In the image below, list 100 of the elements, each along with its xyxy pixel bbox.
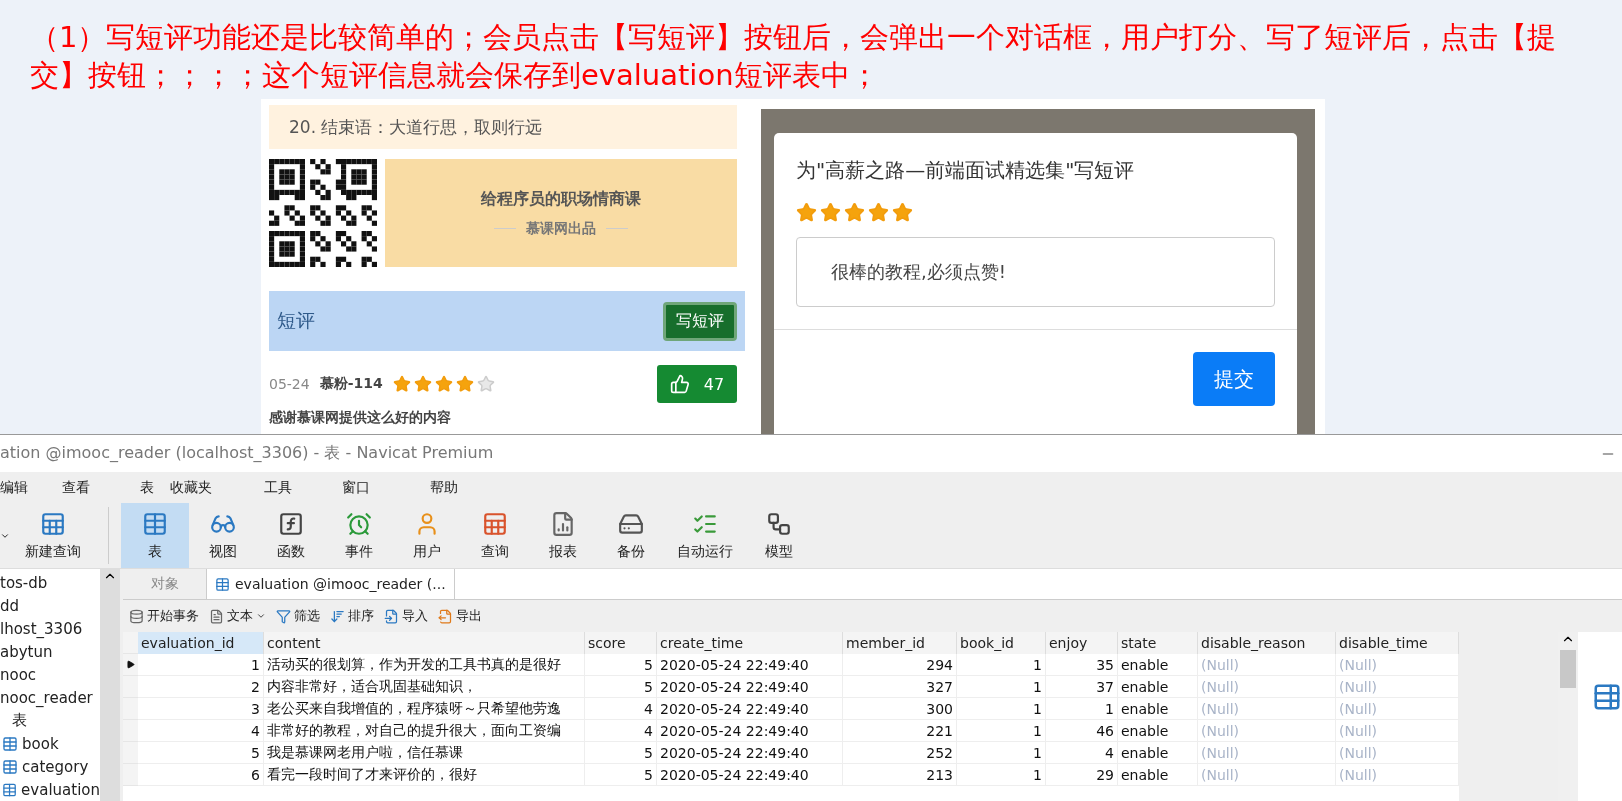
menu-item[interactable]: 表	[140, 478, 170, 497]
action-button[interactable]: 排序	[330, 607, 374, 625]
export-icon	[438, 608, 453, 624]
spreadsheet-icon	[40, 510, 66, 537]
spreadsheet-icon	[482, 510, 508, 537]
table-cell: 4	[138, 720, 264, 742]
tree-label: book	[22, 734, 59, 753]
tree-item[interactable]: tos-db	[0, 571, 100, 594]
row-header[interactable]	[123, 654, 138, 676]
column-header[interactable]: state	[1118, 632, 1198, 654]
like-button[interactable]: 47	[657, 365, 737, 404]
toolbar-button[interactable]: 函数	[257, 503, 325, 568]
menu-item[interactable]: 查看	[62, 478, 140, 497]
table-cell: (Null)	[1198, 698, 1336, 720]
toolbar-button[interactable]: 自动运行	[665, 503, 745, 568]
table-cell: 29	[1046, 764, 1118, 786]
toolbar-button[interactable]: 表	[121, 503, 189, 568]
column-header[interactable]: evaluation_id	[138, 632, 264, 654]
table-cell: 327	[843, 676, 957, 698]
tab-label: evaluation @imooc_reader (...	[235, 576, 446, 592]
toolbar-button[interactable]: 报表	[529, 503, 597, 568]
toolbar-button[interactable]: 新建查询	[10, 503, 96, 568]
table-cell: 2020-05-24 22:49:40	[657, 742, 843, 764]
table-cell: 4	[1046, 742, 1118, 764]
table-cell: (Null)	[1198, 676, 1336, 698]
table-cell: 老公买来自我增值的，程序猿呀～只希望他劳逸	[264, 698, 585, 720]
toolbar-button[interactable]: 用户	[393, 503, 461, 568]
table-cell: 非常好的教程，对自己的提升很大，面向工资编	[264, 720, 585, 742]
table-cell: (Null)	[1336, 742, 1459, 764]
window-title: ation @imooc_reader (localhost_3306) - 表 - Navicat Premium	[0, 443, 494, 464]
tree-item[interactable]: nooc	[0, 663, 100, 686]
table-cell: (Null)	[1336, 720, 1459, 742]
tree-item[interactable]: dd	[0, 594, 100, 617]
table-cell: 1	[957, 742, 1046, 764]
scrollbar[interactable]	[100, 569, 120, 801]
menu-item[interactable]: 收藏夹	[170, 478, 264, 497]
menu-item[interactable]: 窗口	[342, 478, 430, 497]
function-icon	[278, 510, 304, 537]
toolbar-button[interactable]: 备份	[597, 503, 665, 568]
tree-item[interactable]: evaluation	[0, 778, 100, 801]
tree-item[interactable]: abytun	[0, 640, 100, 663]
action-button[interactable]: 导出	[438, 607, 482, 625]
table-cell: 213	[843, 764, 957, 786]
star-icon	[820, 202, 841, 224]
star-icon	[868, 202, 889, 224]
action-button[interactable]: 导入	[384, 607, 428, 625]
write-review-button[interactable]: 写短评	[663, 301, 737, 341]
table-cell: (Null)	[1198, 720, 1336, 742]
chapter-banner: 20. 结束语：大道行思，取则行远	[269, 105, 737, 150]
column-header[interactable]: content	[264, 632, 585, 654]
tree-item[interactable]: nooc_reader	[0, 686, 100, 709]
review-date: 05-24	[269, 376, 310, 393]
table-cell: 5	[138, 742, 264, 764]
action-button[interactable]: 筛选	[276, 607, 320, 625]
alarm-clock-icon	[346, 510, 372, 537]
tab-label: 对象	[150, 575, 179, 593]
toolbar-button[interactable]: 模型	[745, 503, 813, 568]
column-header[interactable]: disable_time	[1336, 632, 1459, 654]
table-cell: 252	[843, 742, 957, 764]
action-label: 开始事务	[147, 607, 199, 625]
menu-item[interactable]: 帮助	[430, 478, 458, 497]
toolbar-button[interactable]: 视图	[189, 503, 257, 568]
action-button[interactable]: 开始事务	[129, 607, 199, 625]
submit-button[interactable]: 提交	[1193, 352, 1275, 407]
table-icon	[142, 510, 168, 537]
column-header[interactable]: member_id	[843, 632, 957, 654]
tree-item[interactable]: book	[0, 732, 100, 755]
caret-icon	[256, 611, 266, 621]
table-cell: 300	[843, 698, 957, 720]
action-label: 导出	[456, 607, 482, 625]
table-cell: (Null)	[1198, 742, 1336, 764]
action-button[interactable]: 文本	[209, 607, 266, 625]
tree-item[interactable]: lhost_3306	[0, 617, 100, 640]
column-header[interactable]: disable_reason	[1198, 632, 1336, 654]
action-label: 导入	[402, 607, 428, 625]
menu-item[interactable]: 工具	[264, 478, 342, 497]
import-icon	[384, 608, 399, 624]
promo-title: 给程序员的职场情商课	[481, 188, 641, 210]
toolbar-button[interactable]: 事件	[325, 503, 393, 568]
menu-item[interactable]: 编辑	[0, 478, 62, 497]
column-header[interactable]: score	[585, 632, 657, 654]
thumbs-up-icon	[669, 374, 690, 395]
tree-item[interactable]: 表	[0, 709, 100, 732]
column-header[interactable]: create_time	[657, 632, 843, 654]
column-header[interactable]: book_id	[957, 632, 1046, 654]
toolbar-button[interactable]: 查询	[461, 503, 529, 568]
tree-item[interactable]: category	[0, 755, 100, 778]
tree-label: evaluation	[21, 780, 100, 799]
promo-subtitle: 慕课网出品	[526, 219, 596, 238]
table-cell: (Null)	[1198, 764, 1336, 786]
workflow-icon	[766, 510, 792, 537]
table-icon	[2, 735, 18, 752]
tree-label: nooc	[0, 665, 37, 684]
review-text: 感谢慕课网提供这么好的内容	[269, 409, 452, 428]
review-input[interactable]: 很棒的教程,必须点赞!	[796, 237, 1275, 308]
table-cell: 2	[138, 676, 264, 698]
table-cell: 2020-05-24 22:49:40	[657, 654, 843, 676]
column-header[interactable]: enjoy	[1046, 632, 1118, 654]
table-cell: 5	[585, 654, 657, 676]
section-title: 短评	[277, 308, 315, 334]
